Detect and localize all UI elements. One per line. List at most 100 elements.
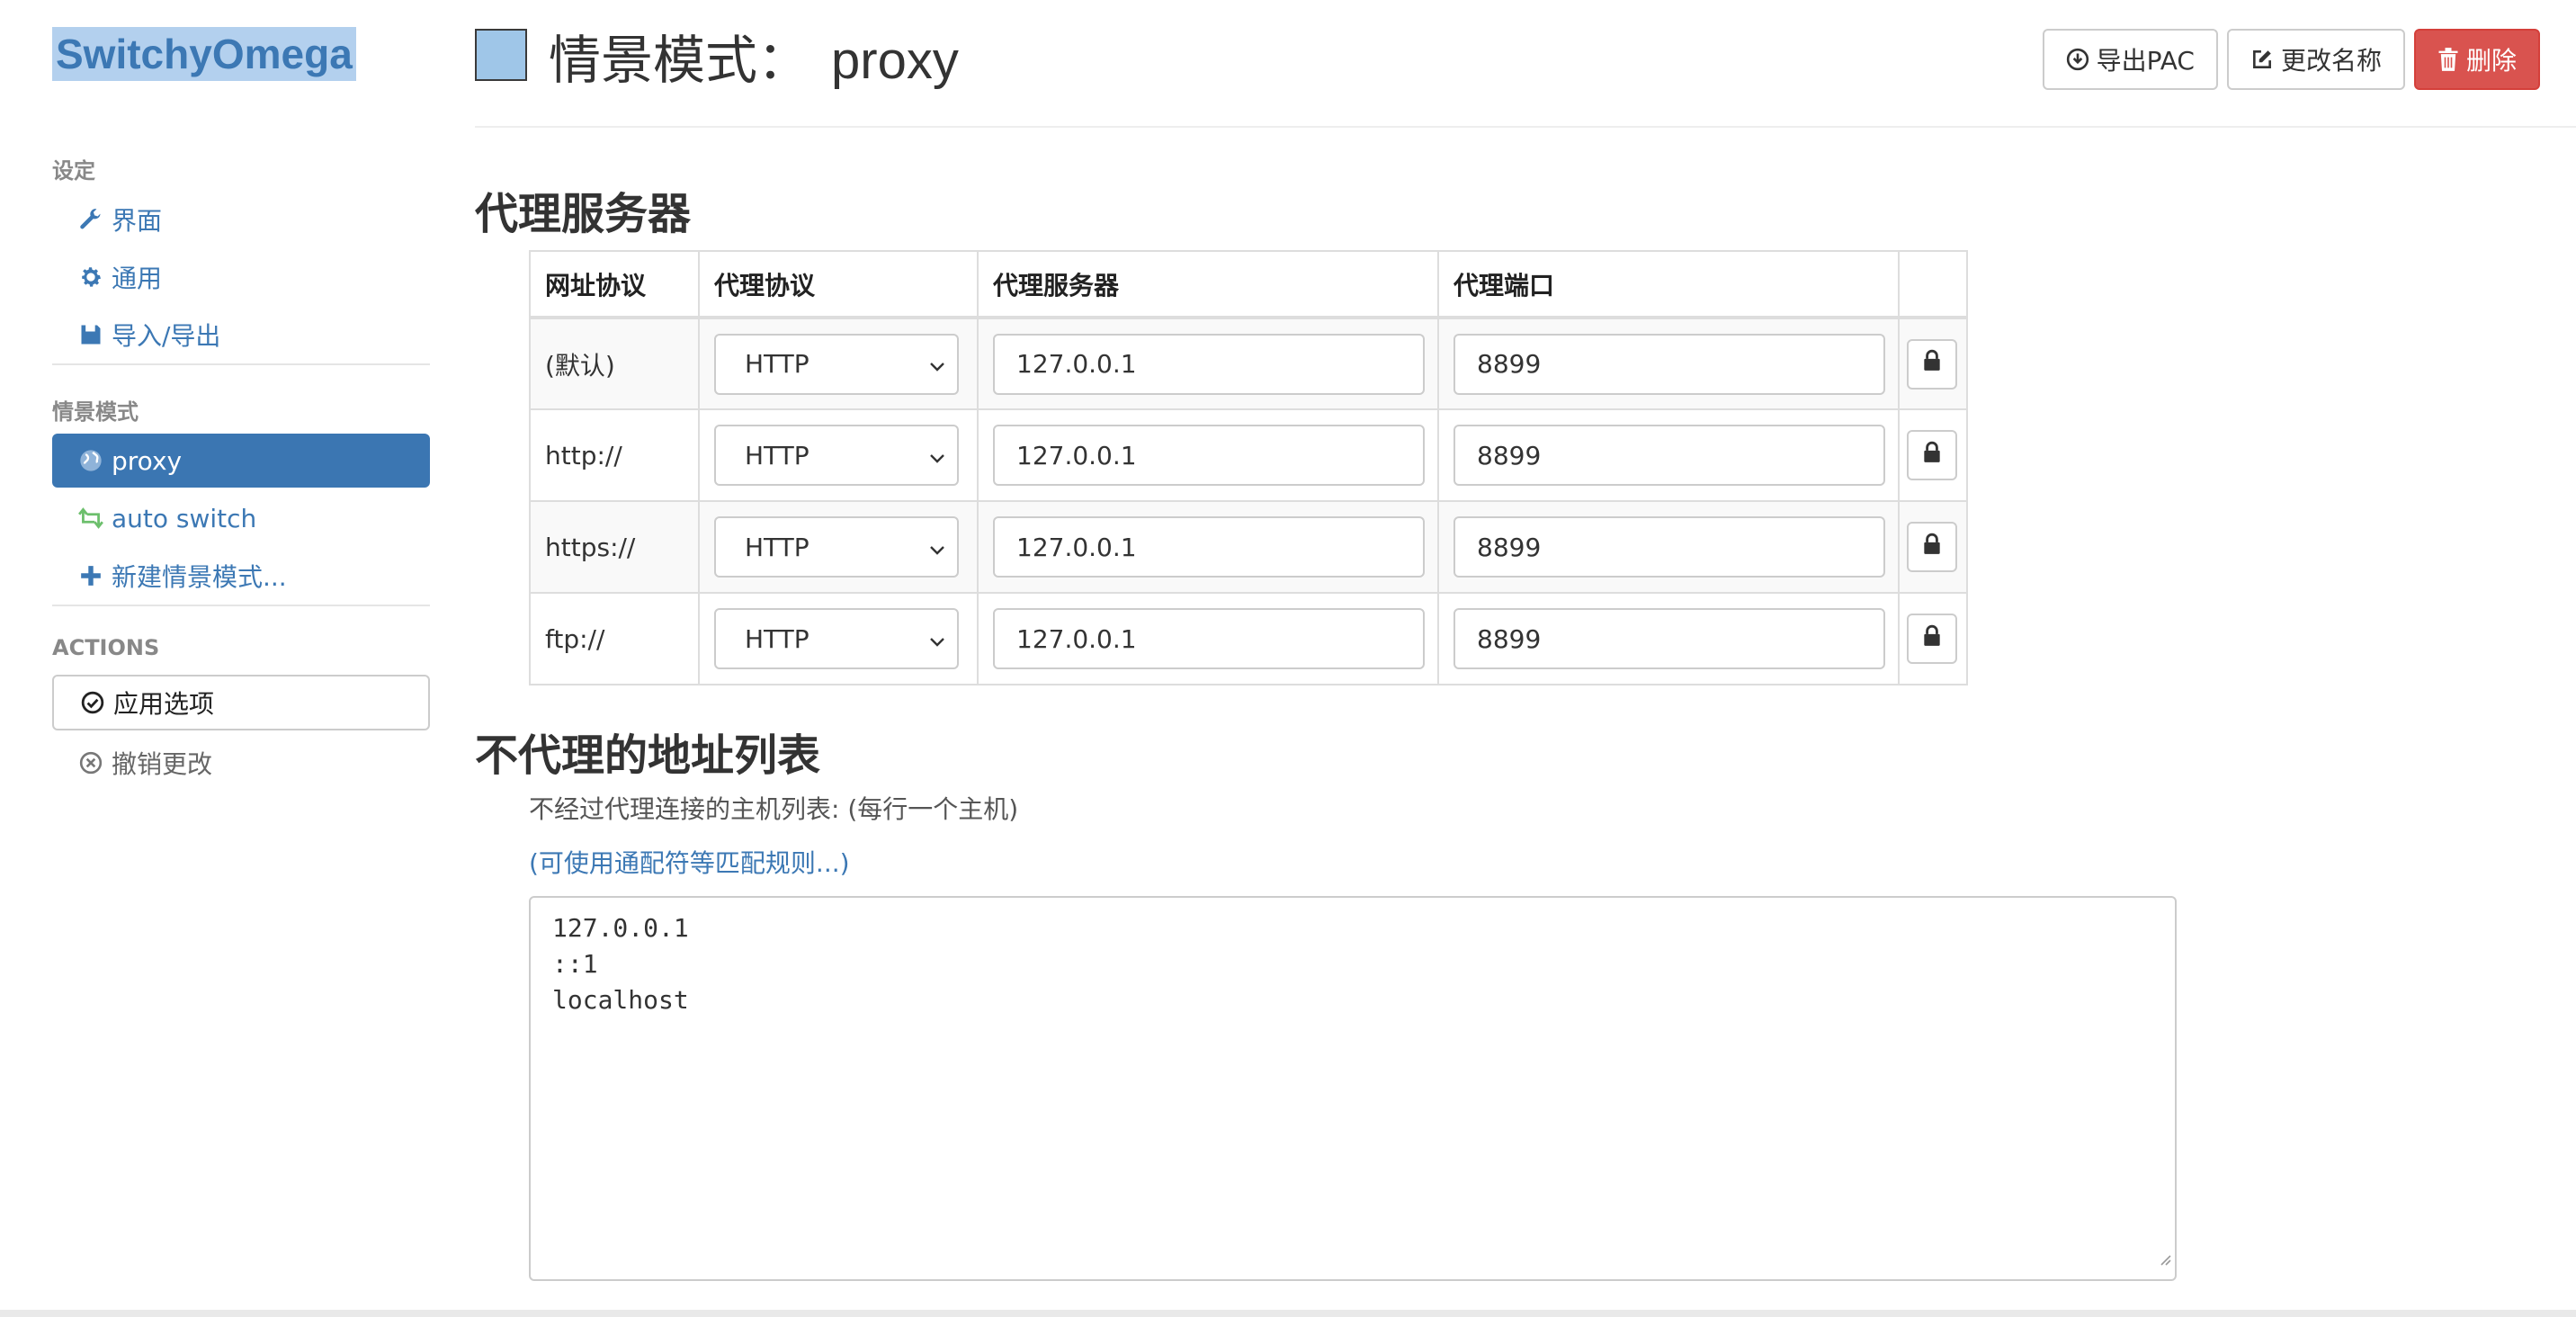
page-title: 情景模式： proxy <box>549 25 959 97</box>
column-header-actions <box>1898 250 1968 319</box>
settings-header: 设定 <box>52 158 95 184</box>
auth-lock-button[interactable] <box>1907 522 1957 572</box>
gear-icon <box>77 264 104 291</box>
header-divider <box>475 126 2576 128</box>
plus-icon <box>77 562 104 589</box>
table-header-row: 网址协议 代理协议 代理服务器 代理端口 <box>529 250 1968 319</box>
delete-label: 删除 <box>2465 46 2517 76</box>
globe-icon <box>77 447 104 474</box>
sidebar-item-label: auto switch <box>112 503 257 533</box>
protocol-select-value: HTTP <box>745 623 809 654</box>
check-circle-icon <box>81 691 104 714</box>
bypass-list-title: 不代理的地址列表 <box>475 732 821 780</box>
sidebar-item-label: 界面 <box>112 206 163 236</box>
trash-icon <box>2437 47 2459 72</box>
protocol-select-value: HTTP <box>745 349 809 379</box>
chevron-down-icon <box>928 349 946 379</box>
edit-icon <box>2250 48 2274 71</box>
sidebar-item-general[interactable]: 通用 <box>52 250 430 304</box>
delete-button[interactable]: 删除 <box>2413 29 2540 90</box>
column-header-protocol: 代理协议 <box>698 250 979 319</box>
resize-grip-icon[interactable] <box>2157 1240 2171 1276</box>
port-input[interactable]: 8899 <box>1453 516 1885 578</box>
discard-changes-label: 撤销更改 <box>112 749 213 779</box>
server-input[interactable]: 127.0.0.1 <box>993 333 1425 395</box>
table-row: https:// HTTP 127.0.0.1 8899 <box>529 500 1968 594</box>
sidebar: SwitchyOmega 设定 界面 通用 导入/导出 情景模式 proxy a… <box>52 0 430 1317</box>
bypass-line: ::1 <box>552 949 598 979</box>
port-input[interactable]: 8899 <box>1453 425 1885 486</box>
sidebar-item-label: proxy <box>112 445 183 476</box>
sidebar-item-new-profile[interactable]: 新建情景模式... <box>52 549 430 603</box>
protocol-select[interactable]: HTTP <box>714 516 959 578</box>
chevron-down-icon <box>928 533 946 562</box>
server-input[interactable]: 127.0.0.1 <box>993 608 1425 669</box>
chevron-down-icon <box>928 441 946 470</box>
actions-header: ACTIONS <box>52 635 160 660</box>
apply-options-label: 应用选项 <box>113 689 215 719</box>
port-input[interactable]: 8899 <box>1453 333 1885 395</box>
page-title-prefix: 情景模式： <box>549 31 810 90</box>
wildcard-rules-link[interactable]: (可使用通配符等匹配规则...) <box>529 844 850 880</box>
scheme-cell: http:// <box>529 408 700 502</box>
export-pac-label: 导出PAC <box>2096 46 2195 76</box>
discard-changes-button[interactable]: 撤销更改 <box>52 736 430 790</box>
protocol-select[interactable]: HTTP <box>714 333 959 395</box>
download-circle-icon <box>2066 48 2089 71</box>
column-header-port: 代理端口 <box>1437 250 1900 319</box>
scheme-cell: (默认) <box>529 317 700 410</box>
column-header-scheme: 网址协议 <box>529 250 700 319</box>
table-row: http:// HTTP 127.0.0.1 8899 <box>529 408 1968 502</box>
lock-icon <box>1922 624 1942 654</box>
lock-icon <box>1922 533 1942 562</box>
bypass-line: 127.0.0.1 <box>552 913 689 943</box>
wrench-icon <box>77 206 104 233</box>
x-circle-icon <box>79 751 103 775</box>
sidebar-item-label: 导入/导出 <box>112 321 221 351</box>
lock-icon <box>1922 441 1942 470</box>
protocol-select[interactable]: HTTP <box>714 608 959 669</box>
header-actions: 导出PAC 更改名称 删除 <box>2042 29 2540 90</box>
table-row: (默认) HTTP 127.0.0.1 8899 <box>529 317 1968 410</box>
table-row: ftp:// HTTP 127.0.0.1 8899 <box>529 592 1968 685</box>
apply-options-button[interactable]: 应用选项 <box>52 675 430 730</box>
main-content: 情景模式： proxy 导出PAC 更改名称 删除 代理服务器 网址协议 代理协… <box>475 0 2576 1317</box>
server-input[interactable]: 127.0.0.1 <box>993 516 1425 578</box>
auth-lock-button[interactable] <box>1907 338 1957 390</box>
protocol-select[interactable]: HTTP <box>714 425 959 486</box>
server-input[interactable]: 127.0.0.1 <box>993 425 1425 486</box>
sidebar-divider <box>52 605 430 606</box>
chevron-down-icon <box>928 624 946 654</box>
sidebar-item-auto-switch[interactable]: auto switch <box>52 491 430 545</box>
bypass-list-description: 不经过代理连接的主机列表: (每行一个主机) <box>529 794 1019 824</box>
scheme-cell: https:// <box>529 500 700 594</box>
rename-button[interactable]: 更改名称 <box>2226 29 2405 90</box>
bypass-list-textarea[interactable]: 127.0.0.1 ::1 localhost <box>529 896 2177 1281</box>
sidebar-item-proxy[interactable]: proxy <box>52 434 430 488</box>
proxy-servers-table: 网址协议 代理协议 代理服务器 代理端口 (默认) HTTP 127.0.0.1… <box>529 250 1968 685</box>
lock-icon <box>1922 349 1942 379</box>
profile-color-swatch[interactable] <box>475 29 527 81</box>
sidebar-item-interface[interactable]: 界面 <box>52 193 430 246</box>
brand-logo[interactable]: SwitchyOmega <box>52 27 356 81</box>
rename-label: 更改名称 <box>2280 46 2382 76</box>
sidebar-item-import-export[interactable]: 导入/导出 <box>52 308 430 362</box>
profiles-header: 情景模式 <box>52 399 139 425</box>
port-input[interactable]: 8899 <box>1453 608 1885 669</box>
protocol-select-value: HTTP <box>745 532 809 562</box>
auth-lock-button[interactable] <box>1907 614 1957 664</box>
retweet-icon <box>77 505 104 532</box>
sidebar-divider <box>52 363 430 365</box>
auth-lock-button[interactable] <box>1907 430 1957 480</box>
bottom-divider <box>0 1310 2576 1317</box>
protocol-select-value: HTTP <box>745 440 809 470</box>
page-title-profile-name: proxy <box>831 31 959 90</box>
sidebar-item-label: 通用 <box>112 264 163 293</box>
column-header-server: 代理服务器 <box>977 250 1439 319</box>
scheme-cell: ftp:// <box>529 592 700 685</box>
export-pac-button[interactable]: 导出PAC <box>2042 29 2218 90</box>
floppy-icon <box>77 321 104 348</box>
bypass-line: localhost <box>552 985 689 1015</box>
sidebar-item-label: 新建情景模式... <box>112 562 287 592</box>
proxy-servers-title: 代理服务器 <box>475 191 692 238</box>
